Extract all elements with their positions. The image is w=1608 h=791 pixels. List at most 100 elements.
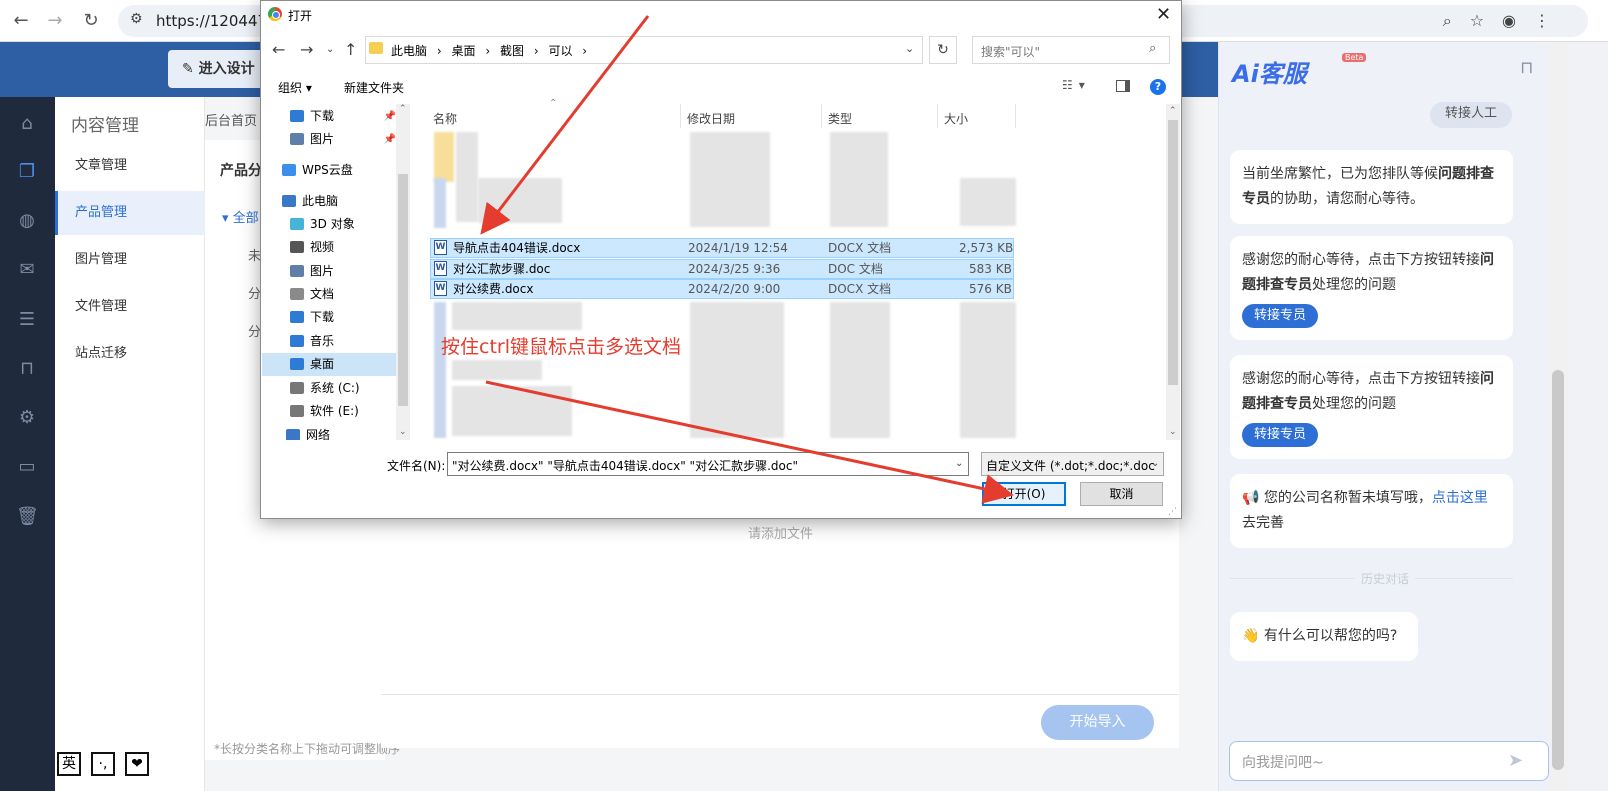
content-icon[interactable]: ❐: [16, 161, 38, 183]
chat-message: 📢 您的公司名称暂未填写哦，点击这里去完善: [1230, 474, 1513, 548]
start-import-button[interactable]: 开始导入: [1041, 705, 1154, 740]
list-icon[interactable]: ☰: [16, 309, 38, 331]
preview-pane-icon[interactable]: [1116, 80, 1130, 92]
sidebar-item-articles[interactable]: 文章管理: [55, 144, 205, 188]
nav-scroll-thumb[interactable]: [398, 174, 408, 406]
browser-action-icons[interactable]: ⌕☆◉⋮: [1443, 11, 1568, 31]
refresh-icon[interactable]: ↻: [929, 36, 957, 64]
complete-info-link[interactable]: 点击这里: [1432, 490, 1488, 506]
trash-icon[interactable]: 🗑: [16, 506, 39, 528]
terminal-icon[interactable]: ▭: [16, 456, 38, 478]
nav-item[interactable]: 此电脑: [262, 190, 396, 213]
column-name[interactable]: 名称: [433, 110, 457, 127]
column-size[interactable]: 大小: [944, 110, 968, 127]
column-separator[interactable]: [937, 104, 938, 128]
close-icon[interactable]: ✕: [1156, 4, 1171, 25]
search-icon[interactable]: ⌕: [1149, 41, 1156, 56]
home-icon[interactable]: ⌂: [16, 113, 38, 135]
nav-item[interactable]: 视频: [262, 236, 396, 259]
tree-item-all[interactable]: ▾ 全部: [222, 207, 259, 226]
nav-item[interactable]: WPS云盘: [262, 159, 396, 182]
column-date[interactable]: 修改日期: [687, 110, 735, 127]
chat-icon[interactable]: ✉: [16, 259, 38, 281]
chevron-down-icon[interactable]: ⌄: [955, 458, 963, 469]
planet-icon[interactable]: ◍: [16, 210, 38, 232]
folder-icon: [282, 195, 296, 207]
nav-item[interactable]: 下载: [262, 306, 396, 329]
pin-icon[interactable]: 📌: [384, 105, 396, 128]
chevron-down-icon[interactable]: ⌄: [905, 42, 914, 55]
nav-item-label: 音乐: [310, 334, 335, 348]
list-scroll-thumb[interactable]: [1168, 120, 1178, 385]
nav-item[interactable]: 3D 对象: [262, 213, 396, 236]
nav-item[interactable]: 桌面: [262, 353, 396, 376]
transfer-specialist-button[interactable]: 转接专员: [1242, 304, 1319, 328]
file-type-filter[interactable]: 自定义文件 (*.dot;*.doc;*.doc: [981, 452, 1164, 476]
folder-icon: [290, 241, 304, 253]
settings-icon[interactable]: ⚙: [16, 407, 38, 429]
basket-icon[interactable]: ⊓: [1520, 58, 1533, 78]
send-icon[interactable]: ➤: [1508, 750, 1523, 771]
nav-item[interactable]: 图片 📌: [262, 128, 396, 151]
sidebar-item-products[interactable]: 产品管理: [55, 191, 205, 235]
nav-item-label: 下载: [310, 310, 335, 324]
column-type[interactable]: 类型: [828, 110, 852, 127]
column-separator[interactable]: [821, 104, 822, 128]
scroll-up-icon[interactable]: ⌃: [399, 104, 407, 114]
bag-icon[interactable]: ⊓: [16, 358, 38, 380]
sidebar-item-migration[interactable]: 站点迁移: [55, 332, 205, 376]
filename-input[interactable]: "对公续费.docx" "导航点击404错误.docx" "对公汇款步骤.doc…: [447, 452, 969, 476]
search-input[interactable]: 搜索"可以": [972, 36, 1170, 64]
new-folder-button[interactable]: 新建文件夹: [344, 79, 404, 96]
forward-icon[interactable]: →: [300, 40, 313, 59]
view-options-icon[interactable]: ☷▾: [1062, 78, 1091, 92]
folder-icon: [290, 335, 304, 347]
file-size: 583 KB: [969, 262, 1012, 276]
breadcrumb[interactable]: 此电脑 › 桌面 › 截图 › 可以 ›: [391, 42, 587, 59]
cancel-button[interactable]: 取消: [1080, 482, 1163, 506]
ime-mode[interactable]: 英: [57, 752, 81, 776]
help-icon[interactable]: ?: [1150, 79, 1166, 95]
sidebar-item-files[interactable]: 文件管理: [55, 285, 205, 329]
file-type: DOCX 文档: [828, 282, 892, 296]
nav-item[interactable]: 图片: [262, 260, 396, 283]
nav-item[interactable]: 文档: [262, 283, 396, 306]
file-name: 导航点击404错误.docx: [453, 241, 581, 255]
nav-item-label: 视频: [310, 240, 335, 254]
scroll-down-icon[interactable]: ⌄: [1169, 427, 1177, 437]
transfer-specialist-button[interactable]: 转接专员: [1242, 423, 1319, 447]
reload-icon[interactable]: ↻: [78, 8, 104, 34]
open-button[interactable]: 打开(O): [982, 482, 1066, 506]
organize-menu[interactable]: 组织 ▾: [278, 79, 312, 96]
blurred-file-name: [456, 132, 478, 222]
scroll-up-icon[interactable]: ⌃: [1169, 106, 1177, 116]
site-info-icon[interactable]: ⚙: [130, 11, 143, 27]
scroll-down-icon[interactable]: ⌄: [399, 427, 407, 437]
nav-item[interactable]: 音乐: [262, 330, 396, 353]
nav-item[interactable]: 下载 📌: [262, 105, 396, 128]
sidebar-item-images[interactable]: 图片管理: [55, 238, 205, 282]
nav-item[interactable]: 系统 (C:): [262, 377, 396, 400]
ime-punctuation[interactable]: ·,: [91, 752, 115, 776]
resize-grip-icon[interactable]: ⋰: [1168, 507, 1177, 517]
column-separator[interactable]: [1015, 104, 1016, 128]
chevron-down-icon[interactable]: ⌄: [1151, 458, 1159, 469]
transfer-human-button[interactable]: 转接人工: [1430, 102, 1512, 128]
breadcrumb[interactable]: 后台首页: [205, 110, 257, 129]
file-name: 对公汇款步骤.doc: [453, 262, 551, 276]
column-separator[interactable]: [680, 104, 681, 128]
ime-skin[interactable]: ❤: [125, 752, 149, 776]
nav-item[interactable]: 网络: [262, 424, 396, 440]
forward-icon[interactable]: →: [42, 8, 68, 34]
back-icon[interactable]: ←: [272, 40, 285, 59]
page-scroll-thumb[interactable]: [1552, 370, 1564, 770]
back-icon[interactable]: ←: [8, 8, 34, 34]
history-dropdown-icon[interactable]: ⌄: [326, 44, 334, 55]
pin-icon[interactable]: 📌: [384, 128, 396, 151]
blurred-file-name: [452, 386, 572, 436]
blurred-file-name: [452, 360, 542, 380]
folder-icon: [290, 265, 304, 277]
up-icon[interactable]: ↑: [344, 40, 357, 59]
chat-input[interactable]: 向我提问吧~: [1229, 741, 1549, 781]
nav-item[interactable]: 软件 (E:): [262, 400, 396, 423]
